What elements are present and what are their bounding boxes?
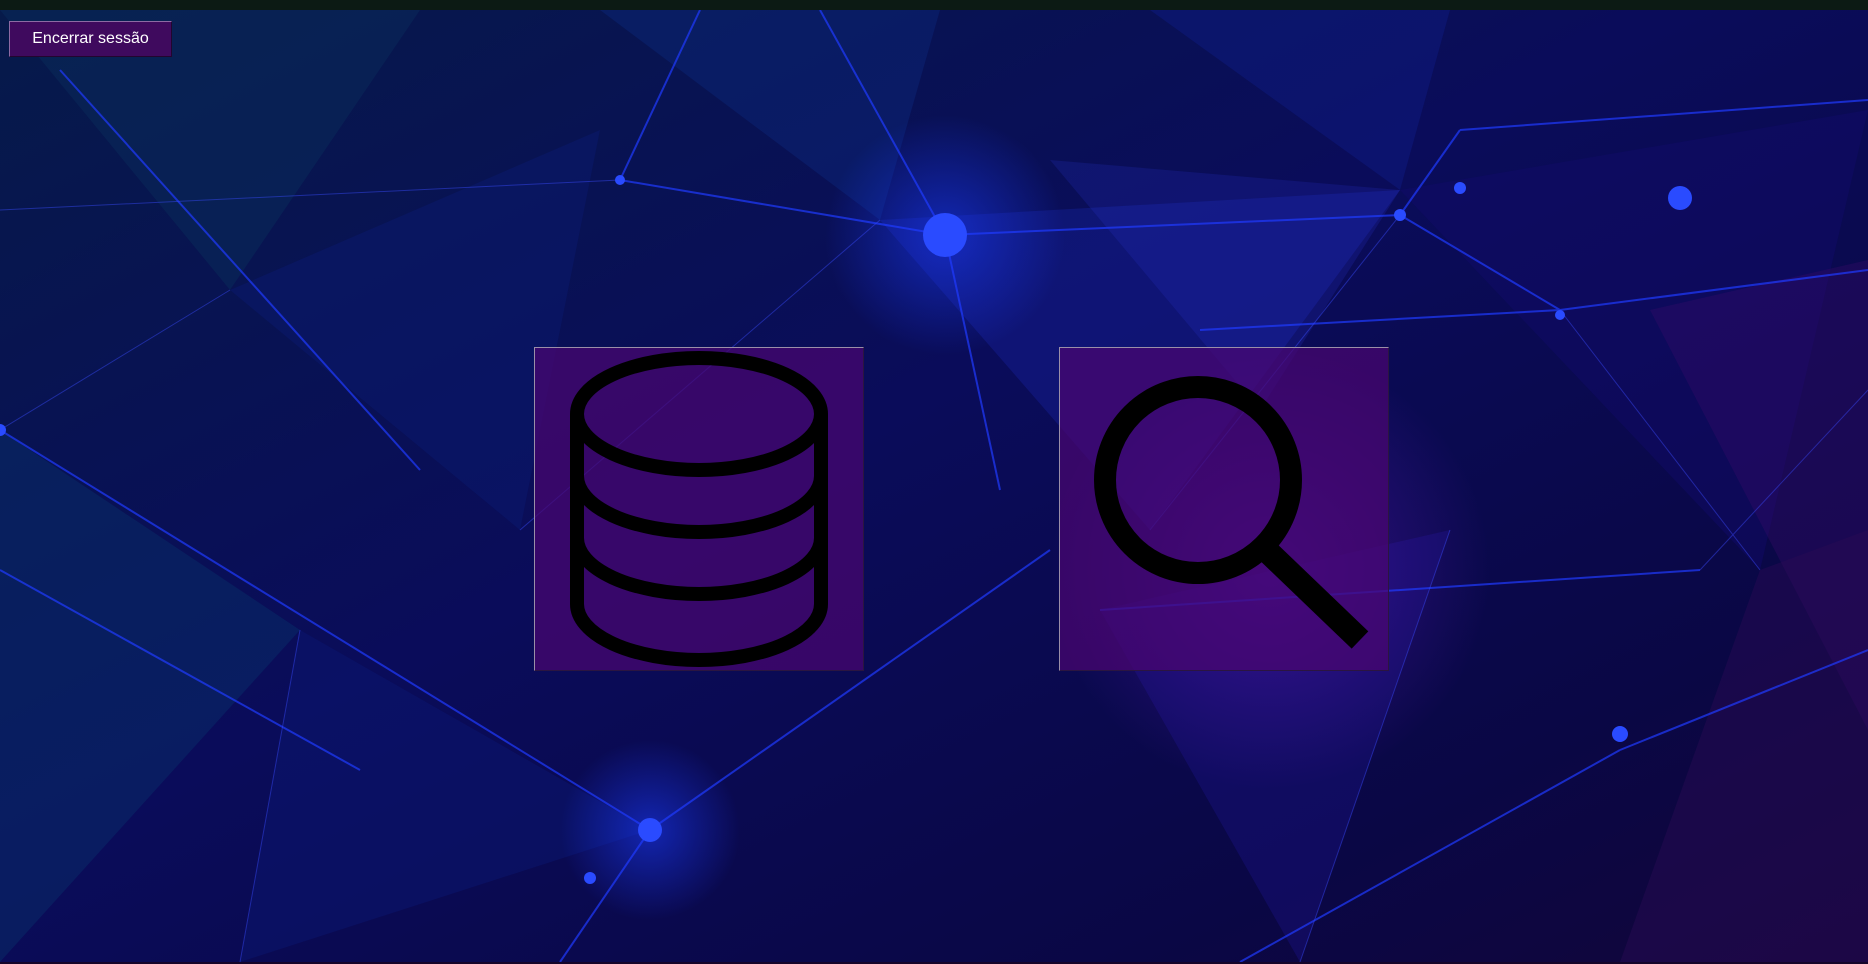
logout-button[interactable]: Encerrar sessão — [9, 21, 172, 57]
top-bar — [0, 0, 1868, 10]
search-tile-button[interactable] — [1059, 347, 1389, 671]
search-icon — [1094, 376, 1369, 649]
network-background — [0, 10, 1868, 962]
database-tile-button[interactable] — [534, 347, 864, 671]
network-background-image — [0, 10, 1868, 962]
database-icon — [570, 351, 828, 667]
